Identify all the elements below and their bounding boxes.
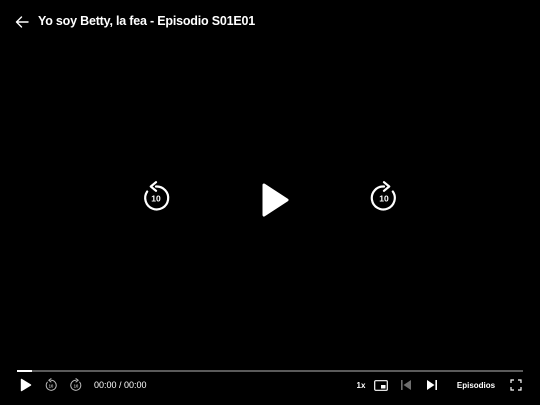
forward-10-label: 10 xyxy=(379,194,389,204)
next-episode-button[interactable] xyxy=(425,375,439,395)
play-icon xyxy=(262,183,289,217)
fullscreen-button[interactable] xyxy=(509,375,523,395)
time-display: 00:00 / 00:00 xyxy=(94,380,147,390)
rewind-10-icon: 10 xyxy=(144,181,170,211)
episodes-button[interactable]: Episodios xyxy=(455,375,497,395)
svg-text:10: 10 xyxy=(74,383,79,388)
rewind-10-label: 10 xyxy=(151,194,161,204)
play-button[interactable] xyxy=(255,178,295,222)
play-button-small[interactable] xyxy=(18,375,34,395)
progress-bar[interactable] xyxy=(17,370,523,372)
play-icon xyxy=(20,378,32,392)
fullscreen-icon xyxy=(510,379,522,391)
previous-episode-button[interactable] xyxy=(399,375,413,395)
control-bar: 10 10 00:00 / 00:00 1x Episodios xyxy=(0,373,540,397)
player-header: Yo soy Betty, la fea - Episodio S01E01 xyxy=(0,0,540,44)
video-title: Yo soy Betty, la fea - Episodio S01E01 xyxy=(38,14,256,28)
forward-10-button-small[interactable]: 10 xyxy=(67,375,85,395)
rewind-10-button[interactable]: 10 xyxy=(139,181,173,215)
arrow-left-icon xyxy=(15,16,29,28)
forward-10-button[interactable]: 10 xyxy=(367,181,401,215)
center-controls: 10 10 xyxy=(0,172,540,230)
progress-played xyxy=(17,370,33,372)
picture-in-picture-button[interactable] xyxy=(373,375,389,395)
rewind-10-button-small[interactable]: 10 xyxy=(42,375,60,395)
picture-in-picture-icon xyxy=(374,379,388,391)
svg-text:10: 10 xyxy=(49,383,54,388)
playback-speed-button[interactable]: 1x xyxy=(354,375,368,395)
back-button[interactable] xyxy=(13,13,31,31)
forward-10-icon: 10 xyxy=(70,378,82,391)
rewind-10-icon: 10 xyxy=(45,378,57,391)
forward-10-icon: 10 xyxy=(370,181,396,211)
previous-episode-icon xyxy=(401,380,411,390)
next-episode-icon xyxy=(427,380,437,390)
